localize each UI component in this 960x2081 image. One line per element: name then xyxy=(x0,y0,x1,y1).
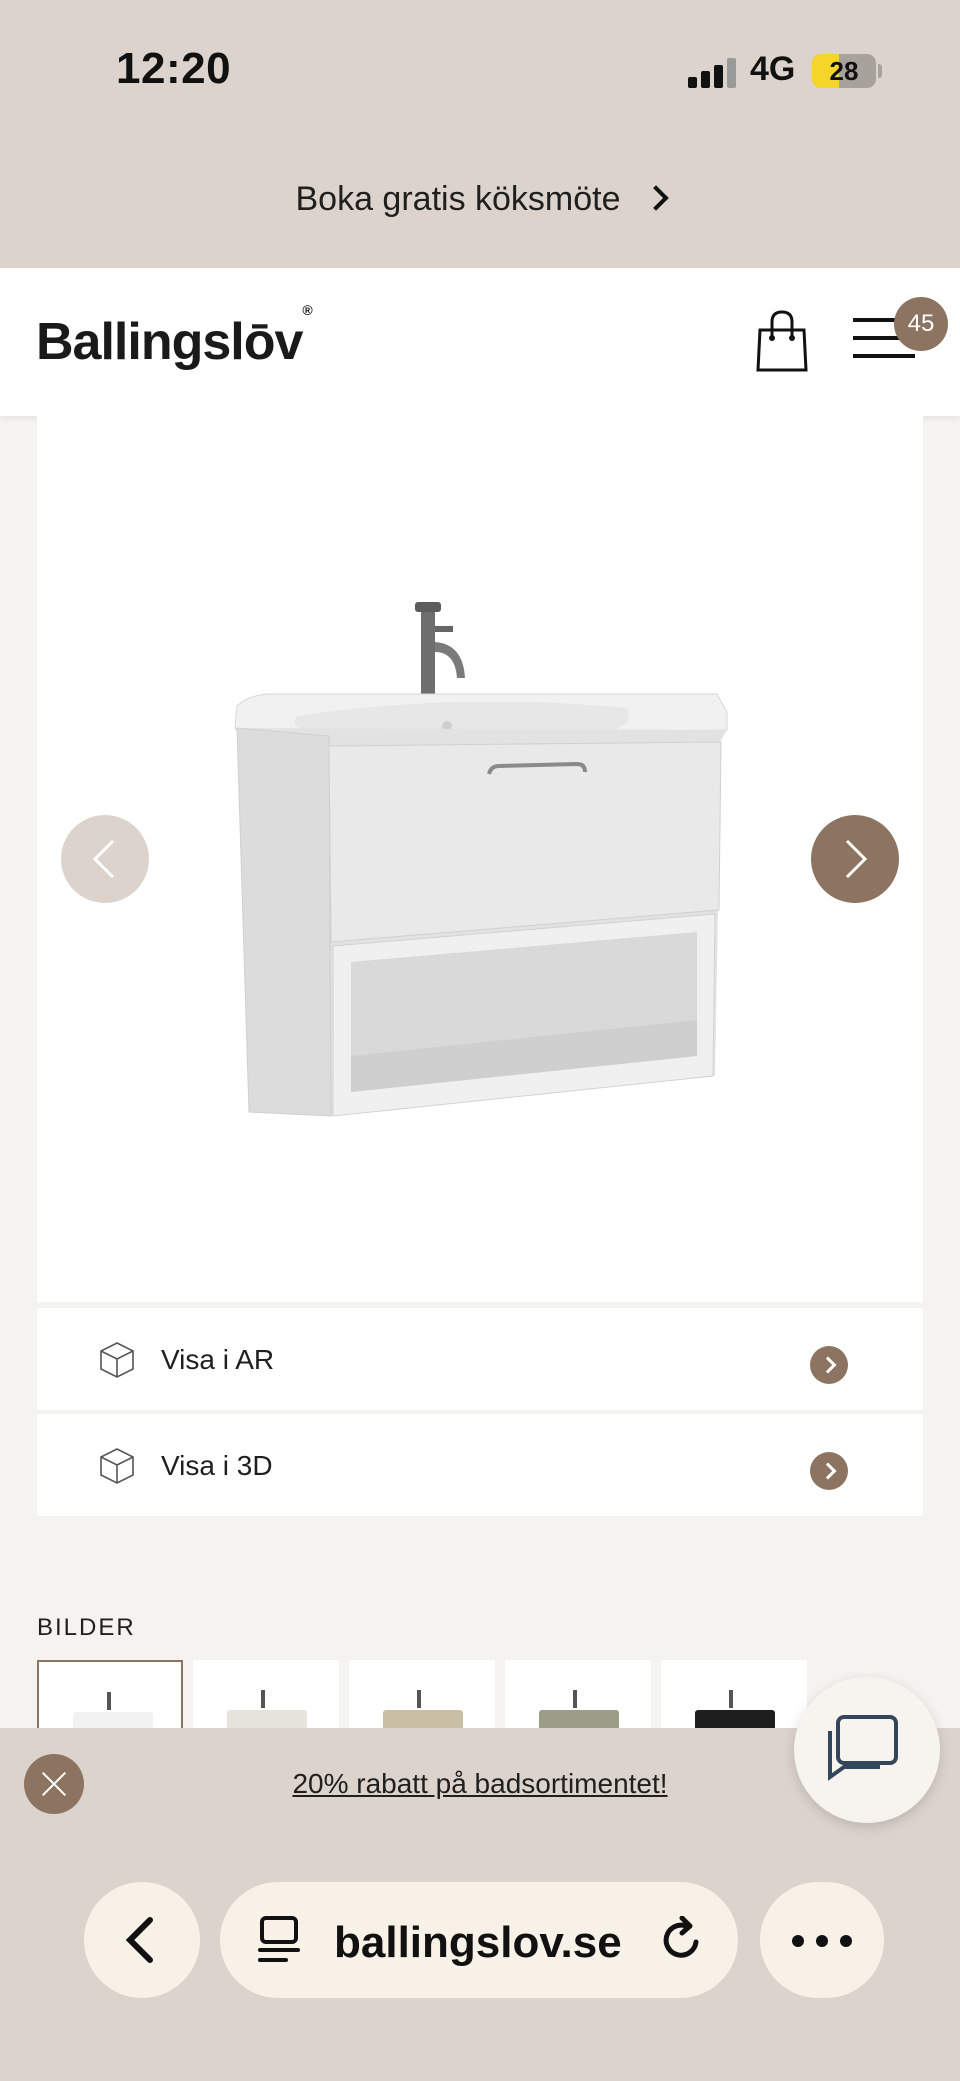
chevron-left-icon xyxy=(92,839,115,879)
view-ar-row[interactable]: Visa i AR xyxy=(37,1308,923,1410)
thumbnail-swatch xyxy=(539,1710,619,1730)
battery-level: 28 xyxy=(829,56,859,86)
arrow-right-icon xyxy=(810,1346,848,1384)
thumbnail-beige[interactable] xyxy=(349,1660,495,1730)
gallery-thumbnails xyxy=(37,1660,923,1730)
site-header: Ballingslōv® 45 xyxy=(0,268,960,416)
thumbnail-cream[interactable] xyxy=(193,1660,339,1730)
menu-badge: 45 xyxy=(894,297,948,351)
thumbnail-black[interactable] xyxy=(661,1660,807,1730)
view-3d-row[interactable]: Visa i 3D xyxy=(37,1414,923,1516)
more-options-button[interactable] xyxy=(760,1882,884,1998)
thumbnail-green[interactable] xyxy=(505,1660,651,1730)
chevron-right-icon xyxy=(845,839,868,879)
cube-icon xyxy=(100,1342,134,1378)
address-bar[interactable]: ballingslov.se xyxy=(220,1882,738,1998)
thumbnail-swatch xyxy=(383,1710,463,1730)
product-image-vanity xyxy=(234,602,728,1117)
shopping-bag-icon[interactable] xyxy=(754,310,810,374)
chevron-right-icon xyxy=(642,185,669,211)
thumbnail-swatch xyxy=(227,1710,307,1730)
status-and-promo-area xyxy=(0,0,960,268)
gallery-heading: BILDER xyxy=(37,1614,136,1641)
promo-link-top[interactable]: Boka gratis köksmöte xyxy=(0,180,960,219)
status-time: 12:20 xyxy=(116,44,232,93)
arrow-right-icon xyxy=(810,1452,848,1490)
carousel-next-button[interactable] xyxy=(811,815,899,903)
battery-icon: 28 xyxy=(812,54,876,88)
promo-top-text: Boka gratis köksmöte xyxy=(295,180,621,218)
reader-icon xyxy=(258,1916,300,1962)
browser-back-button[interactable] xyxy=(84,1882,200,1998)
carousel-prev-button[interactable] xyxy=(61,815,149,903)
network-type: 4G xyxy=(750,50,796,88)
chat-button[interactable] xyxy=(794,1677,940,1823)
view-ar-label: Visa i AR xyxy=(161,1344,275,1375)
reload-icon[interactable] xyxy=(658,1916,706,1964)
thumbnail-swatch xyxy=(695,1710,775,1730)
product-image-carousel[interactable] xyxy=(37,416,923,1302)
chevron-left-icon xyxy=(125,1917,153,1963)
cube-icon xyxy=(100,1448,134,1484)
battery-cap xyxy=(878,64,882,78)
url-text: ballingslov.se xyxy=(334,1918,622,1967)
signal-icon xyxy=(688,58,738,88)
view-3d-label: Visa i 3D xyxy=(161,1450,273,1481)
chat-icon xyxy=(828,1715,898,1781)
brand-logo[interactable]: Ballingslōv® xyxy=(36,302,313,372)
thumbnail-white[interactable] xyxy=(37,1660,183,1730)
